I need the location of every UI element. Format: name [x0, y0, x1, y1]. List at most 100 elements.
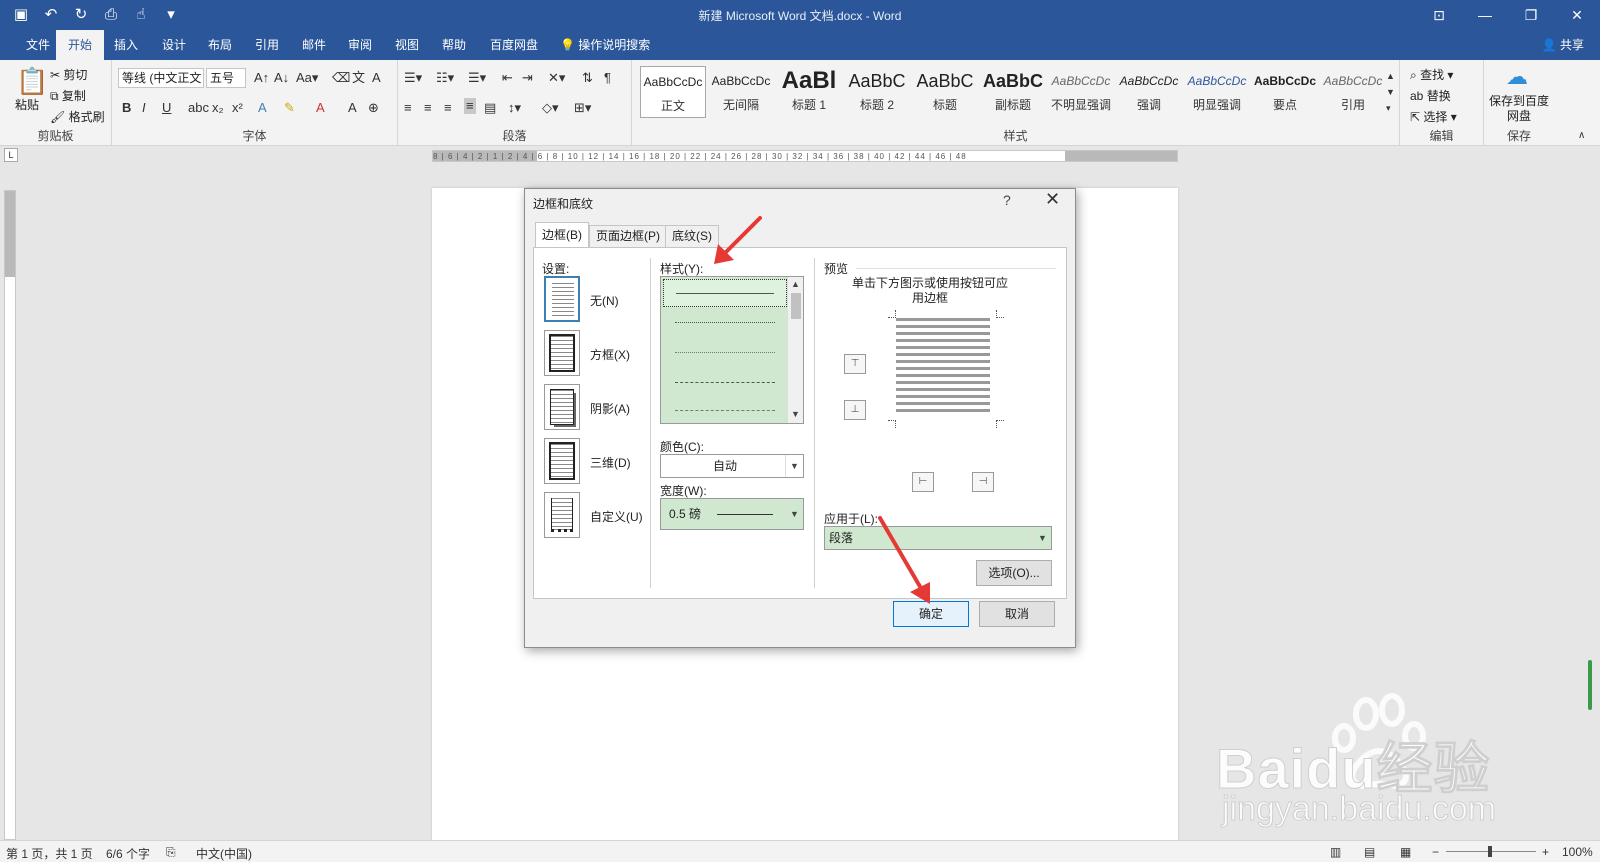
- line-style-dashed[interactable]: [663, 369, 787, 397]
- borders-icon[interactable]: ⊞▾: [574, 100, 591, 116]
- align-right-icon[interactable]: ≡: [444, 100, 452, 116]
- line-style-fine-dotted[interactable]: [663, 339, 787, 367]
- bottom-border-button[interactable]: ⊥: [844, 400, 866, 420]
- horizontal-ruler[interactable]: 8 | 6 | 4 | 2 | 1 | 2 | 4 | 6 | 8 | 10 |…: [432, 150, 1178, 162]
- style-no-spacing[interactable]: AaBbCcDc 无间隔: [708, 66, 774, 118]
- tab-mailings[interactable]: 邮件: [290, 30, 338, 60]
- vertical-ruler[interactable]: [4, 190, 16, 840]
- scroll-up-icon[interactable]: ▲: [791, 279, 800, 289]
- setting-box-label[interactable]: 方框(X): [590, 346, 630, 363]
- tab-file[interactable]: 文件: [14, 30, 62, 60]
- format-painter-button[interactable]: 🖌 格式刷: [50, 108, 105, 125]
- collapse-ribbon-icon[interactable]: ∧: [1578, 128, 1585, 144]
- setting-none-label[interactable]: 无(N): [590, 292, 619, 309]
- zoom-in-icon[interactable]: +: [1542, 845, 1549, 859]
- style-normal[interactable]: AaBbCcDc 正文: [640, 66, 706, 118]
- strikethrough-icon[interactable]: abc: [188, 100, 209, 116]
- share-button[interactable]: 👤 共享: [1542, 30, 1584, 60]
- align-center-icon[interactable]: ≡: [424, 100, 432, 116]
- grow-font-icon[interactable]: A↑: [254, 70, 269, 86]
- tab-design[interactable]: 设计: [150, 30, 198, 60]
- copy-button[interactable]: ⧉ 复制: [50, 87, 86, 104]
- tab-shading[interactable]: 底纹(S): [665, 225, 719, 247]
- close-icon[interactable]: ✕: [1045, 189, 1060, 210]
- char-border-icon[interactable]: A: [372, 70, 381, 86]
- read-mode-icon[interactable]: ▥: [1330, 845, 1341, 859]
- cancel-button[interactable]: 取消: [979, 601, 1055, 627]
- increase-indent-icon[interactable]: ⇥: [522, 70, 533, 86]
- print-layout-icon[interactable]: ▤: [1364, 845, 1375, 859]
- tab-selector-icon[interactable]: L: [4, 148, 18, 162]
- ok-button[interactable]: 确定: [893, 601, 969, 627]
- border-preview-area[interactable]: ⊤ ⊥ ⊢ ⊣: [826, 276, 1056, 496]
- font-color-icon[interactable]: A: [316, 100, 325, 116]
- shading-icon[interactable]: ◇▾: [542, 100, 559, 116]
- tab-layout[interactable]: 布局: [196, 30, 244, 60]
- find-button[interactable]: ⌕ 查找 ▾: [1410, 66, 1453, 83]
- word-count[interactable]: 6/6 个字: [106, 845, 150, 862]
- ribbon-display-icon[interactable]: ⊡: [1416, 0, 1462, 30]
- close-window-icon[interactable]: ✕: [1554, 0, 1600, 30]
- numbering-icon[interactable]: ☷▾: [436, 70, 454, 86]
- line-style-dotted[interactable]: [663, 309, 787, 337]
- style-title[interactable]: AaBbC 标题: [912, 66, 978, 118]
- setting-box-icon[interactable]: [544, 330, 580, 376]
- line-style-list[interactable]: ▲ ▼: [660, 276, 804, 424]
- line-style-dash-dot[interactable]: [663, 397, 787, 423]
- line-style-solid[interactable]: [663, 279, 787, 307]
- left-border-button[interactable]: ⊢: [912, 472, 934, 492]
- decrease-indent-icon[interactable]: ⇤: [502, 70, 513, 86]
- text-effects-icon[interactable]: A: [258, 100, 267, 116]
- cut-button[interactable]: ✂ 剪切: [50, 66, 87, 83]
- save-to-baidu-button[interactable]: 保存到百度网盘: [1486, 94, 1552, 124]
- restore-icon[interactable]: ❐: [1508, 0, 1554, 30]
- replace-button[interactable]: ab 替换: [1410, 87, 1451, 104]
- underline-icon[interactable]: U: [162, 100, 171, 116]
- vertical-scrollbar-thumb[interactable]: [1588, 660, 1592, 710]
- zoom-level[interactable]: 100%: [1562, 845, 1593, 859]
- scroll-thumb[interactable]: [791, 293, 801, 319]
- top-border-button[interactable]: ⊤: [844, 354, 866, 374]
- baidu-netdisk-icon[interactable]: ☁: [1506, 64, 1528, 90]
- tell-me-search[interactable]: 💡 操作说明搜索: [560, 30, 650, 60]
- setting-shadow-icon[interactable]: [544, 384, 580, 430]
- select-button[interactable]: ⇱ 选择 ▾: [1410, 108, 1457, 125]
- style-intense-emphasis[interactable]: AaBbCcDc 明显强调: [1184, 66, 1250, 118]
- change-case-icon[interactable]: Aa▾: [296, 70, 318, 86]
- setting-none-icon[interactable]: [544, 276, 580, 322]
- style-heading-2[interactable]: AaBbC 标题 2: [844, 66, 910, 118]
- bold-icon[interactable]: B: [122, 100, 131, 116]
- minimize-icon[interactable]: —: [1462, 0, 1508, 30]
- style-subtle-emphasis[interactable]: AaBbCcDc 不明显强调: [1048, 66, 1114, 118]
- proofing-icon[interactable]: ⎘: [166, 845, 176, 860]
- apply-to-select[interactable]: 段落 ▼: [824, 526, 1052, 550]
- tab-references[interactable]: 引用: [243, 30, 291, 60]
- tab-insert[interactable]: 插入: [102, 30, 150, 60]
- tab-help[interactable]: 帮助: [430, 30, 478, 60]
- shrink-font-icon[interactable]: A↓: [274, 70, 289, 86]
- enclose-char-icon[interactable]: ⊕: [368, 100, 379, 116]
- asian-layout-icon[interactable]: ✕▾: [548, 70, 565, 86]
- zoom-slider-thumb[interactable]: [1488, 846, 1492, 857]
- phonetic-guide-icon[interactable]: 文: [352, 70, 365, 86]
- char-shading-icon[interactable]: A: [348, 100, 357, 116]
- setting-custom-label[interactable]: 自定义(U): [590, 508, 643, 525]
- color-select[interactable]: 自动 ▼: [660, 454, 804, 478]
- setting-custom-icon[interactable]: [544, 492, 580, 538]
- page-count[interactable]: 第 1 页，共 1 页: [6, 845, 93, 862]
- style-subtitle[interactable]: AaBbC 副标题: [980, 66, 1046, 118]
- language-status[interactable]: 中文(中国): [196, 845, 252, 862]
- show-marks-icon[interactable]: ¶: [604, 70, 611, 86]
- superscript-icon[interactable]: x²: [232, 100, 243, 116]
- style-emphasis[interactable]: AaBbCcDc 强调: [1116, 66, 1182, 118]
- align-left-icon[interactable]: ≡: [404, 100, 412, 116]
- highlight-icon[interactable]: ✎: [284, 100, 295, 116]
- zoom-out-icon[interactable]: −: [1432, 845, 1439, 859]
- clear-format-icon[interactable]: ⌫: [332, 70, 350, 86]
- line-spacing-icon[interactable]: ↕▾: [508, 100, 521, 116]
- setting-shadow-label[interactable]: 阴影(A): [590, 400, 630, 417]
- subscript-icon[interactable]: x₂: [212, 100, 224, 116]
- style-list-scrollbar[interactable]: ▲ ▼: [787, 277, 803, 423]
- italic-icon[interactable]: I: [142, 100, 146, 116]
- web-layout-icon[interactable]: ▦: [1400, 845, 1411, 859]
